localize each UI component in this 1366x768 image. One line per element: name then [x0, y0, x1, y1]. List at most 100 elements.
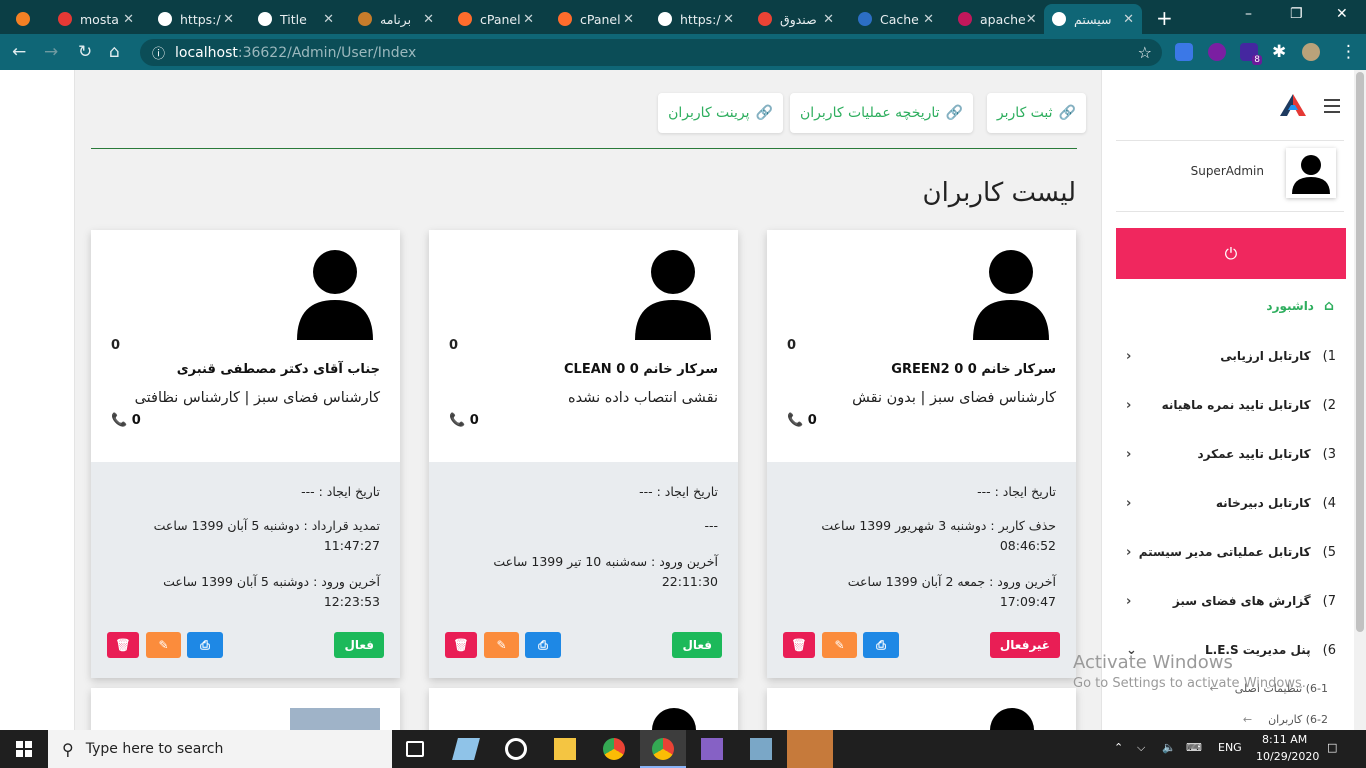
notification-icon[interactable]: □	[1327, 741, 1337, 754]
browser-menu-icon[interactable]: ⋮	[1340, 42, 1357, 62]
profile-avatar[interactable]	[1302, 43, 1320, 61]
sidebar-subitem-users[interactable]: 6-2) کاربران ←	[1243, 713, 1328, 726]
new-tab-button[interactable]: +	[1156, 6, 1173, 30]
print-users-button[interactable]: 🔗 پرینت کاربران	[658, 93, 783, 133]
last-login: آخرین ورود : جمعه 2 آبان 1399 ساعت 17:09…	[847, 574, 1056, 609]
close-icon[interactable]: ✕	[623, 12, 634, 27]
file-explorer-icon[interactable]	[554, 738, 576, 760]
extension-icon[interactable]	[1208, 43, 1226, 61]
phone-icon: 📞	[111, 413, 128, 428]
translate-extension-icon[interactable]	[1175, 43, 1193, 61]
language-indicator[interactable]: ENG	[1218, 741, 1242, 754]
url-input[interactable]: ⓘ localhost:36622/Admin/User/Index ☆	[140, 39, 1162, 66]
close-icon[interactable]: ✕	[1026, 12, 1037, 27]
network-icon[interactable]: ⌵	[1137, 741, 1145, 755]
reload-icon[interactable]: ↻	[78, 42, 92, 62]
taskbar-search-input[interactable]: ⚲ Type here to search	[48, 730, 392, 768]
user-card: 0 سرکار خانم 0 0 GREEN2 کارشناس فضای سبز |…	[767, 230, 1076, 678]
feather-icon	[958, 12, 972, 26]
delete-button[interactable]: 🗑	[107, 632, 139, 658]
user-history-button[interactable]: 🔗 تاریخچه عملیات کاربران	[790, 93, 973, 133]
browser-tab[interactable]: mosta ✕	[50, 4, 142, 34]
sidebar-item[interactable]: 2) کارتابل تایید نمره ماهیانه ‹	[1126, 393, 1336, 417]
print-button[interactable]: ⎙	[863, 632, 899, 658]
browser-tab[interactable]: برنامه ✕	[350, 4, 442, 34]
user-photo	[290, 708, 380, 730]
info-icon[interactable]: ⓘ	[152, 43, 165, 62]
print-button[interactable]: ⎙	[187, 632, 223, 658]
chevron-up-icon[interactable]: ⌃	[1114, 741, 1123, 754]
browser-tab[interactable]: apache ✕	[950, 4, 1042, 34]
app-icon[interactable]	[505, 738, 527, 760]
visual-studio-icon[interactable]	[701, 738, 723, 760]
register-user-button[interactable]: 🔗 ثبت کاربر	[986, 93, 1086, 133]
close-icon[interactable]: ✕	[723, 12, 734, 27]
back-icon[interactable]: ←	[12, 42, 26, 62]
app-icon[interactable]	[452, 738, 480, 760]
app-icon[interactable]	[750, 738, 772, 760]
browser-tab-title: سیستم	[1074, 11, 1112, 27]
clock-date[interactable]: 10/29/2020	[1256, 750, 1319, 763]
sidebar-item-number: 7)	[1322, 593, 1336, 609]
calculator-icon[interactable]	[787, 730, 833, 768]
browser-tab[interactable]	[8, 4, 40, 34]
chrome-icon[interactable]	[652, 738, 674, 760]
close-icon[interactable]: ✕	[523, 12, 534, 27]
close-icon[interactable]: ✕	[1123, 12, 1134, 27]
browser-tab[interactable]: https:/✕	[150, 4, 242, 34]
maximize-icon[interactable]: ❐	[1290, 6, 1303, 22]
power-icon: ⏻	[1224, 243, 1238, 263]
scrollbar-thumb[interactable]	[1356, 72, 1364, 632]
logout-button[interactable]: ⏻	[1116, 228, 1346, 279]
sidebar-item-dashboard[interactable]: ⌂ داشبورد	[1266, 298, 1334, 314]
sidebar-item[interactable]: 4) کارتابل دبیرخانه ‹	[1126, 491, 1336, 515]
edit-button[interactable]: ✎	[822, 632, 857, 658]
chrome-icon[interactable]	[603, 738, 625, 760]
chevron-left-icon: ‹	[1126, 446, 1132, 462]
status-badge[interactable]: فعال	[672, 632, 722, 658]
sidebar-item[interactable]: 5) کارتابل عملیاتی مدیر سیستم ‹	[1126, 540, 1336, 564]
browser-tab[interactable]: Cache ✕	[850, 4, 942, 34]
browser-tab[interactable]: cPanel ✕	[450, 4, 542, 34]
extension-badge-icon[interactable]: 8	[1240, 43, 1262, 65]
browser-tab[interactable]: صندوق ✕	[750, 4, 842, 34]
delete-button[interactable]: 🗑	[445, 632, 477, 658]
g-icon	[58, 12, 72, 26]
hamburger-menu-icon[interactable]	[1324, 99, 1340, 117]
browser-tab-title: Title	[280, 11, 307, 27]
browser-tab[interactable]: cPanel ✕	[550, 4, 642, 34]
print-users-label: پرینت کاربران	[668, 105, 750, 121]
sidebar-item[interactable]: 1) کارتابل ارزیابی ‹	[1126, 344, 1336, 368]
extensions-puzzle-icon[interactable]: ✱	[1272, 42, 1286, 62]
close-icon[interactable]: ✕	[923, 12, 934, 27]
user-card-partial	[91, 688, 400, 730]
close-window-icon[interactable]: ✕	[1336, 6, 1348, 22]
browser-tab[interactable]: https:/✕	[650, 4, 742, 34]
status-badge[interactable]: غیرفعال	[989, 632, 1060, 658]
edit-button[interactable]: ✎	[146, 632, 181, 658]
close-icon[interactable]: ✕	[123, 12, 134, 27]
close-icon[interactable]: ✕	[423, 12, 434, 27]
close-icon[interactable]: ✕	[223, 12, 234, 27]
delete-button[interactable]: 🗑	[783, 632, 815, 658]
task-view-icon[interactable]	[406, 741, 424, 757]
user-phone: 📞 0	[111, 413, 141, 428]
sidebar-item[interactable]: 3) کارتابل تایید عمکرد ‹	[1126, 442, 1336, 466]
forward-icon[interactable]: →	[44, 42, 58, 62]
clock-time[interactable]: 8:11 AM	[1262, 733, 1307, 746]
scrollbar[interactable]	[1354, 70, 1366, 730]
edit-button[interactable]: ✎	[484, 632, 519, 658]
print-button[interactable]: ⎙	[525, 632, 561, 658]
minimize-icon[interactable]: –	[1245, 6, 1252, 22]
close-icon[interactable]: ✕	[823, 12, 834, 27]
volume-icon[interactable]: 🔈	[1162, 741, 1176, 754]
browser-tab[interactable]: سیستم ✕	[1044, 4, 1142, 34]
status-badge[interactable]: فعال	[334, 632, 384, 658]
browser-tab[interactable]: Title ✕	[250, 4, 342, 34]
keyboard-icon[interactable]: ⌨	[1186, 741, 1202, 754]
windows-start-icon[interactable]	[16, 741, 32, 757]
close-icon[interactable]: ✕	[323, 12, 334, 27]
home-icon[interactable]: ⌂	[109, 42, 120, 62]
bookmark-star-icon[interactable]: ☆	[1138, 43, 1152, 62]
sidebar-item[interactable]: 7) گزارش های فضای سبز ‹	[1126, 589, 1336, 613]
